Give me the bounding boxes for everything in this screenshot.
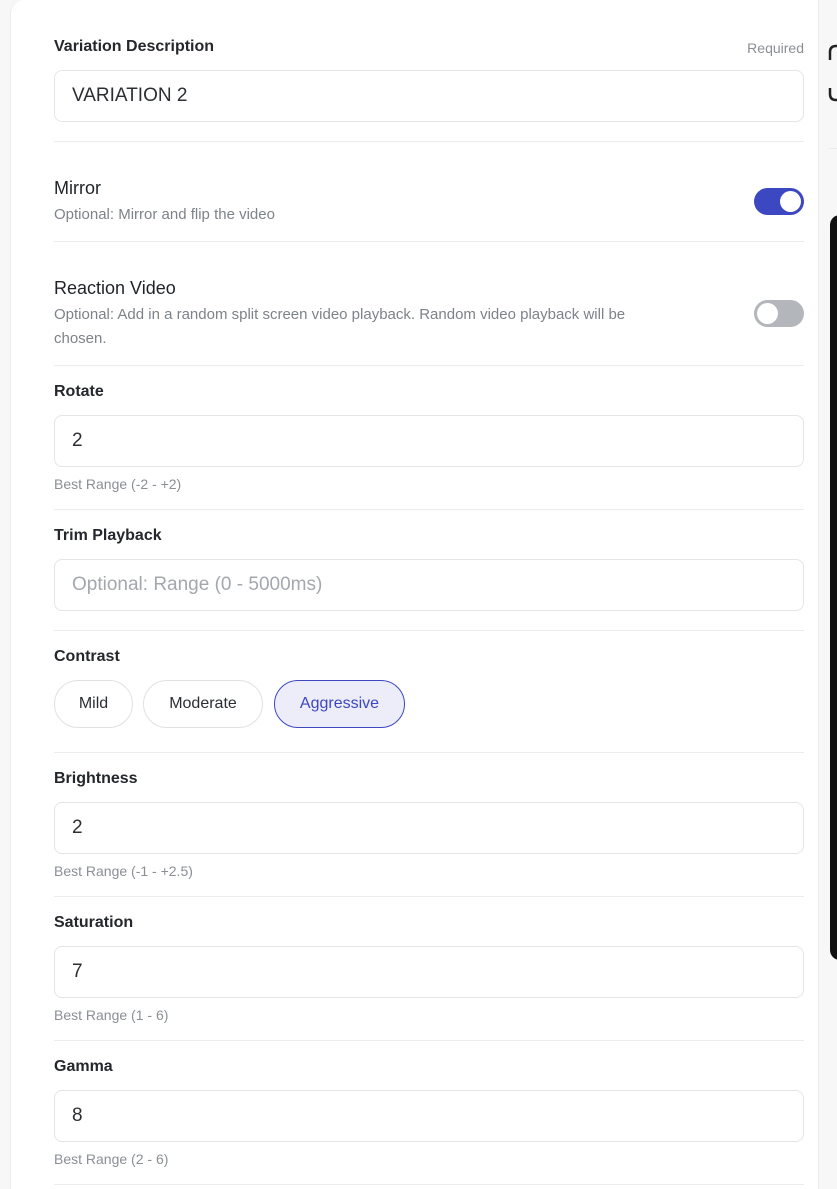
saturation-input[interactable] — [54, 946, 804, 998]
rotate-input[interactable] — [54, 415, 804, 467]
contrast-option-moderate[interactable]: Moderate — [143, 680, 263, 728]
reaction-video-title: Reaction Video — [54, 278, 176, 298]
partial-icon — [828, 44, 837, 102]
mirror-title: Mirror — [54, 178, 101, 198]
reaction-video-description: Optional: Add in a random split screen v… — [54, 303, 734, 351]
trim-playback-label: Trim Playback — [54, 527, 162, 544]
reaction-video-description-line2: chosen. — [54, 330, 107, 347]
divider — [54, 896, 804, 897]
divider — [54, 1184, 804, 1185]
variation-description-label: Variation Description — [54, 38, 215, 55]
divider — [54, 1040, 804, 1041]
saturation-hint: Best Range (1 - 6) — [54, 1007, 169, 1023]
saturation-label: Saturation — [54, 914, 134, 931]
brightness-input[interactable] — [54, 802, 804, 854]
variation-description-input[interactable] — [54, 70, 804, 122]
toggle-knob — [757, 303, 778, 324]
variation-form-panel: Variation Description Required Mirror Op… — [10, 0, 819, 1189]
brightness-label: Brightness — [54, 770, 138, 787]
contrast-option-mild[interactable]: Mild — [54, 680, 133, 728]
divider — [54, 630, 804, 631]
toggle-knob — [780, 191, 801, 212]
trim-playback-input[interactable] — [54, 559, 804, 611]
video-preview-frame — [830, 215, 837, 960]
divider — [828, 148, 837, 149]
divider — [54, 509, 804, 510]
brightness-hint: Best Range (-1 - +2.5) — [54, 863, 193, 879]
rotate-hint: Best Range (-2 - +2) — [54, 476, 182, 492]
required-indicator: Required — [747, 40, 804, 56]
divider — [54, 365, 804, 366]
contrast-option-aggressive[interactable]: Aggressive — [274, 680, 405, 728]
divider — [54, 241, 804, 242]
divider — [54, 752, 804, 753]
reaction-video-description-line1: Optional: Add in a random split screen v… — [54, 306, 626, 323]
mirror-toggle[interactable] — [754, 188, 804, 215]
mirror-description: Optional: Mirror and flip the video — [54, 206, 275, 223]
gamma-label: Gamma — [54, 1058, 113, 1075]
gamma-input[interactable] — [54, 1090, 804, 1142]
reaction-video-toggle[interactable] — [754, 300, 804, 327]
gamma-hint: Best Range (2 - 6) — [54, 1151, 169, 1167]
divider — [54, 141, 804, 142]
rotate-label: Rotate — [54, 383, 104, 400]
contrast-label: Contrast — [54, 648, 120, 665]
